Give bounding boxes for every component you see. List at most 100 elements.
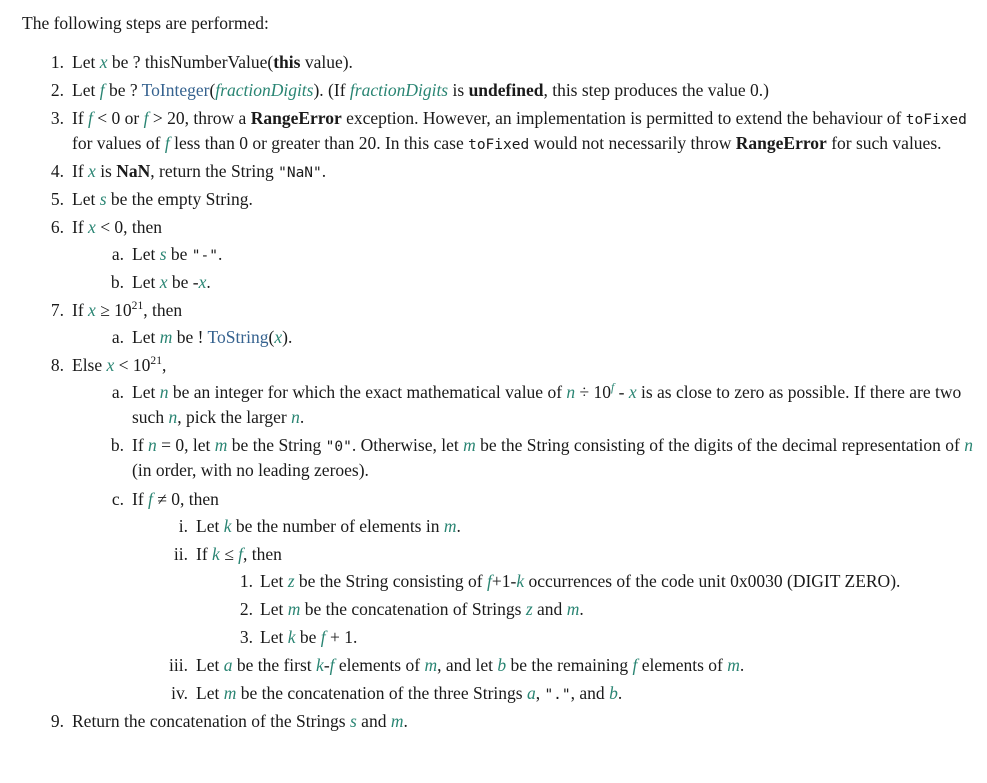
- step-8c-ii-substeps: 1. Let z be the String consisting of f+1…: [238, 569, 977, 650]
- token-text: be !: [172, 327, 208, 348]
- step-text: If x < 0, then: [72, 217, 162, 237]
- token-text: .: [206, 272, 211, 293]
- substep-text: Let x be -x.: [132, 272, 211, 292]
- token-text: , and: [570, 682, 610, 703]
- token-code-tofixed: toFixed: [468, 137, 530, 154]
- token-variable-x: x: [628, 382, 637, 403]
- step-8c: c. If f ≠ 0, then i. Let k be the number…: [108, 487, 977, 706]
- token-text: be the remaining: [506, 654, 633, 675]
- token-text: , return the String: [150, 161, 279, 182]
- token-variable-m: m: [727, 654, 740, 675]
- token-text: be the String consisting of: [294, 570, 487, 591]
- token-error-rangeerror: RangeError: [250, 108, 342, 129]
- token-text: Let: [132, 272, 160, 293]
- substep-marker: c.: [111, 488, 124, 509]
- token-variable-z: z: [525, 598, 533, 619]
- token-variable-x: x: [88, 217, 96, 238]
- step-9: 9. Return the concatenation of the Strin…: [42, 709, 977, 734]
- token-text: (in order, with no leading zeroes).: [132, 460, 369, 481]
- token-string-literal-nan: "NaN": [278, 165, 322, 182]
- substep-marker: i.: [178, 515, 188, 536]
- substep-text: Let a be the first k-f elements of m, an…: [196, 655, 744, 675]
- substep-text: Let m be the concatenation of Strings z …: [260, 599, 584, 619]
- step-6a: a. Let s be "-".: [108, 242, 977, 267]
- link-tostring[interactable]: ToString: [208, 327, 269, 347]
- token-text: Let: [196, 682, 224, 703]
- token-variable-m: m: [443, 515, 457, 536]
- token-text: ). (If: [313, 80, 350, 101]
- token-text: Let: [132, 382, 160, 403]
- token-variable-k: k: [516, 570, 525, 591]
- token-text: .: [739, 654, 745, 675]
- token-text: exception. However, an implementation is…: [341, 108, 906, 129]
- step-marker: 2.: [50, 80, 64, 101]
- token-text: Let: [196, 515, 224, 536]
- token-param-fractiondigits: fractionDigits: [215, 80, 314, 101]
- token-variable-b: b: [497, 654, 507, 675]
- substep-text: If f ≠ 0, then: [132, 489, 219, 509]
- token-text: be the empty String.: [106, 189, 253, 210]
- token-text: .: [403, 710, 408, 731]
- token-variable-s: s: [349, 710, 357, 731]
- token-variable-a: a: [526, 682, 536, 703]
- substep-marker: iii.: [169, 654, 188, 675]
- token-keyword-nan: NaN: [116, 161, 151, 182]
- token-exponent: 21: [131, 300, 144, 313]
- token-string-literal-zero: "0": [325, 439, 352, 456]
- token-text: be the number of elements in: [231, 515, 444, 536]
- substep-marker: 2.: [239, 598, 253, 619]
- token-text: be an integer for which the exact mathem…: [168, 382, 567, 403]
- token-text: , then: [243, 543, 282, 564]
- token-text: is: [448, 80, 469, 101]
- token-text: be the String: [227, 435, 326, 456]
- token-variable-n: n: [291, 407, 300, 428]
- token-text: for values of: [72, 133, 165, 154]
- step-text: If x ≥ 1021, then: [72, 300, 182, 320]
- token-variable-s: s: [159, 244, 167, 265]
- token-text: ).: [282, 327, 293, 348]
- step-marker: 6.: [50, 217, 64, 238]
- token-variable-n: n: [148, 435, 157, 456]
- token-text: Let: [72, 189, 100, 210]
- token-text: If: [72, 161, 89, 182]
- step-8a: a. Let n be an integer for which the exa…: [108, 380, 977, 430]
- token-text: .: [218, 244, 223, 265]
- token-variable-b: b: [609, 682, 618, 703]
- token-variable-m: m: [287, 598, 301, 619]
- token-text: be the first: [232, 654, 317, 675]
- token-variable-m: m: [566, 598, 580, 619]
- step-marker: 1.: [50, 52, 64, 73]
- token-text: If: [196, 543, 213, 564]
- token-text: Let: [72, 52, 100, 73]
- token-variable-k: k: [316, 654, 324, 675]
- token-text: .: [617, 682, 623, 703]
- step-text: Else x < 1021,: [72, 355, 166, 375]
- step-2: 2. Let f be ? ToInteger(fractionDigits).…: [42, 78, 977, 103]
- token-text: , and let: [437, 654, 498, 675]
- step-6: 6. If x < 0, then a. Let s be "-". b. Le…: [42, 215, 977, 295]
- substep-text: If n = 0, let m be the String "0". Other…: [132, 435, 973, 480]
- link-tointeger[interactable]: ToInteger: [142, 80, 210, 100]
- token-variable-m: m: [214, 435, 228, 456]
- step-8c-substeps: i. Let k be the number of elements in m.…: [168, 514, 977, 706]
- token-text: < 10: [114, 355, 151, 376]
- token-variable-m: m: [159, 327, 173, 348]
- token-variable-m: m: [223, 682, 237, 703]
- token-text: Let: [260, 598, 288, 619]
- token-text: elements of: [637, 654, 728, 675]
- substep-text: Let m be ! ToString(x).: [132, 327, 292, 347]
- substep-text: Let m be the concatenation of the three …: [196, 683, 622, 703]
- token-string-literal-dot: ".": [544, 686, 571, 703]
- token-text: -: [614, 382, 629, 403]
- token-exponent: 21: [150, 355, 162, 368]
- step-8: 8. Else x < 1021, a. Let n be an integer…: [42, 353, 977, 705]
- token-text: Let: [196, 654, 224, 675]
- token-text: .: [299, 407, 305, 428]
- step-text: Let x be ? thisNumberValue(this value).: [72, 52, 353, 72]
- step-8c-ii-1: 1. Let z be the String consisting of f+1…: [238, 569, 977, 594]
- token-variable-n: n: [566, 382, 576, 403]
- step-text: Let f be ? ToInteger(fractionDigits). (I…: [72, 80, 769, 100]
- step-8c-i: i. Let k be the number of elements in m.: [168, 514, 977, 539]
- token-text: be: [295, 626, 321, 647]
- token-text: value).: [300, 52, 353, 73]
